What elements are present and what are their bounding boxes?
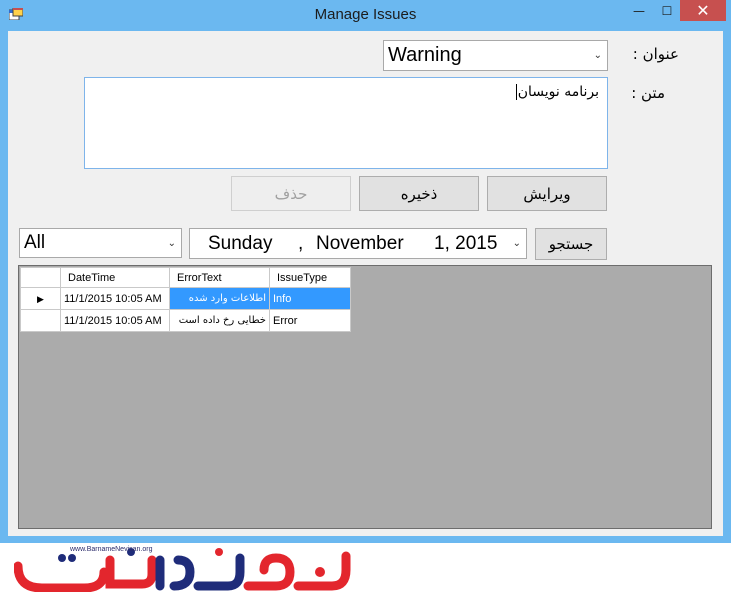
save-button[interactable]: ذخیره xyxy=(359,176,479,211)
date-month[interactable]: November xyxy=(316,233,404,255)
text-textarea[interactable]: برنامه نویسان xyxy=(84,77,608,169)
main-window: Manage Issues — ☐ ✕ عنوان : Warning ⌄ مت… xyxy=(0,0,731,543)
column-header-errortext[interactable]: ErrorText xyxy=(169,267,270,288)
chevron-down-icon[interactable]: ⌄ xyxy=(168,229,176,257)
edit-button[interactable]: ویرایش xyxy=(487,176,607,211)
cell-issuetype[interactable]: Info xyxy=(269,287,351,310)
date-weekday[interactable]: Sunday xyxy=(208,233,272,255)
table-row[interactable]: ▶ 11/1/2015 10:05 AM اطلاعات وارد شده In… xyxy=(20,287,351,310)
issues-data-grid[interactable]: DateTime ErrorText IssueType ▶ 11/1/2015… xyxy=(18,265,712,529)
row-header-cell[interactable]: ▶ xyxy=(20,287,61,310)
cell-datetime[interactable]: 11/1/2015 10:05 AM xyxy=(60,309,170,332)
close-icon: ✕ xyxy=(696,1,710,20)
title-label: عنوان : xyxy=(632,45,679,63)
column-header-datetime[interactable]: DateTime xyxy=(60,267,170,288)
calendar-dropdown-icon[interactable]: ⌄ xyxy=(513,229,521,258)
form-client-area: عنوان : Warning ⌄ متن : برنامه نویسان حذ… xyxy=(8,31,723,536)
minimize-button[interactable]: — xyxy=(624,0,654,21)
close-button[interactable]: ✕ xyxy=(680,0,726,21)
maximize-icon: ☐ xyxy=(661,3,673,18)
date-separator: , xyxy=(298,233,304,254)
text-textarea-value: برنامه نویسان xyxy=(515,84,599,100)
minimize-icon: — xyxy=(633,3,645,18)
issue-type-filter-combobox[interactable]: All ⌄ xyxy=(19,228,182,258)
window-title: Manage Issues xyxy=(314,6,417,23)
chevron-down-icon[interactable]: ⌄ xyxy=(594,41,602,70)
issue-type-filter-value: All xyxy=(24,232,46,253)
title-bar[interactable]: Manage Issues — ☐ ✕ xyxy=(0,0,731,31)
title-combobox-value: Warning xyxy=(388,44,462,66)
search-button[interactable]: جستجو xyxy=(535,228,607,260)
table-row[interactable]: 11/1/2015 10:05 AM خطایی رخ داده است Err… xyxy=(20,309,351,332)
cell-issuetype[interactable]: Error xyxy=(269,309,351,332)
delete-button[interactable]: حذف xyxy=(231,176,351,211)
grid-header-row: DateTime ErrorText IssueType xyxy=(20,267,351,288)
barnamenevisan-logo xyxy=(14,548,351,592)
row-header-cell[interactable] xyxy=(20,309,61,332)
cell-errortext[interactable]: اطلاعات وارد شده xyxy=(169,287,270,310)
logo-url-text: www.BarnameNevisan.org xyxy=(70,546,153,553)
maximize-button[interactable]: ☐ xyxy=(654,0,680,21)
date-day-year[interactable]: 1, 2015 xyxy=(434,233,497,255)
cell-datetime[interactable]: 11/1/2015 10:05 AM xyxy=(60,287,170,310)
title-combobox[interactable]: Warning ⌄ xyxy=(383,40,608,71)
current-row-arrow-icon: ▶ xyxy=(37,293,44,304)
text-label: متن : xyxy=(631,84,665,102)
grid-corner-cell[interactable] xyxy=(20,267,61,288)
column-header-issuetype[interactable]: IssueType xyxy=(269,267,351,288)
issues-table: DateTime ErrorText IssueType ▶ 11/1/2015… xyxy=(20,267,351,332)
date-picker[interactable]: Sunday , November 1, 2015 ⌄ xyxy=(189,228,527,259)
cell-errortext[interactable]: خطایی رخ داده است xyxy=(169,309,270,332)
